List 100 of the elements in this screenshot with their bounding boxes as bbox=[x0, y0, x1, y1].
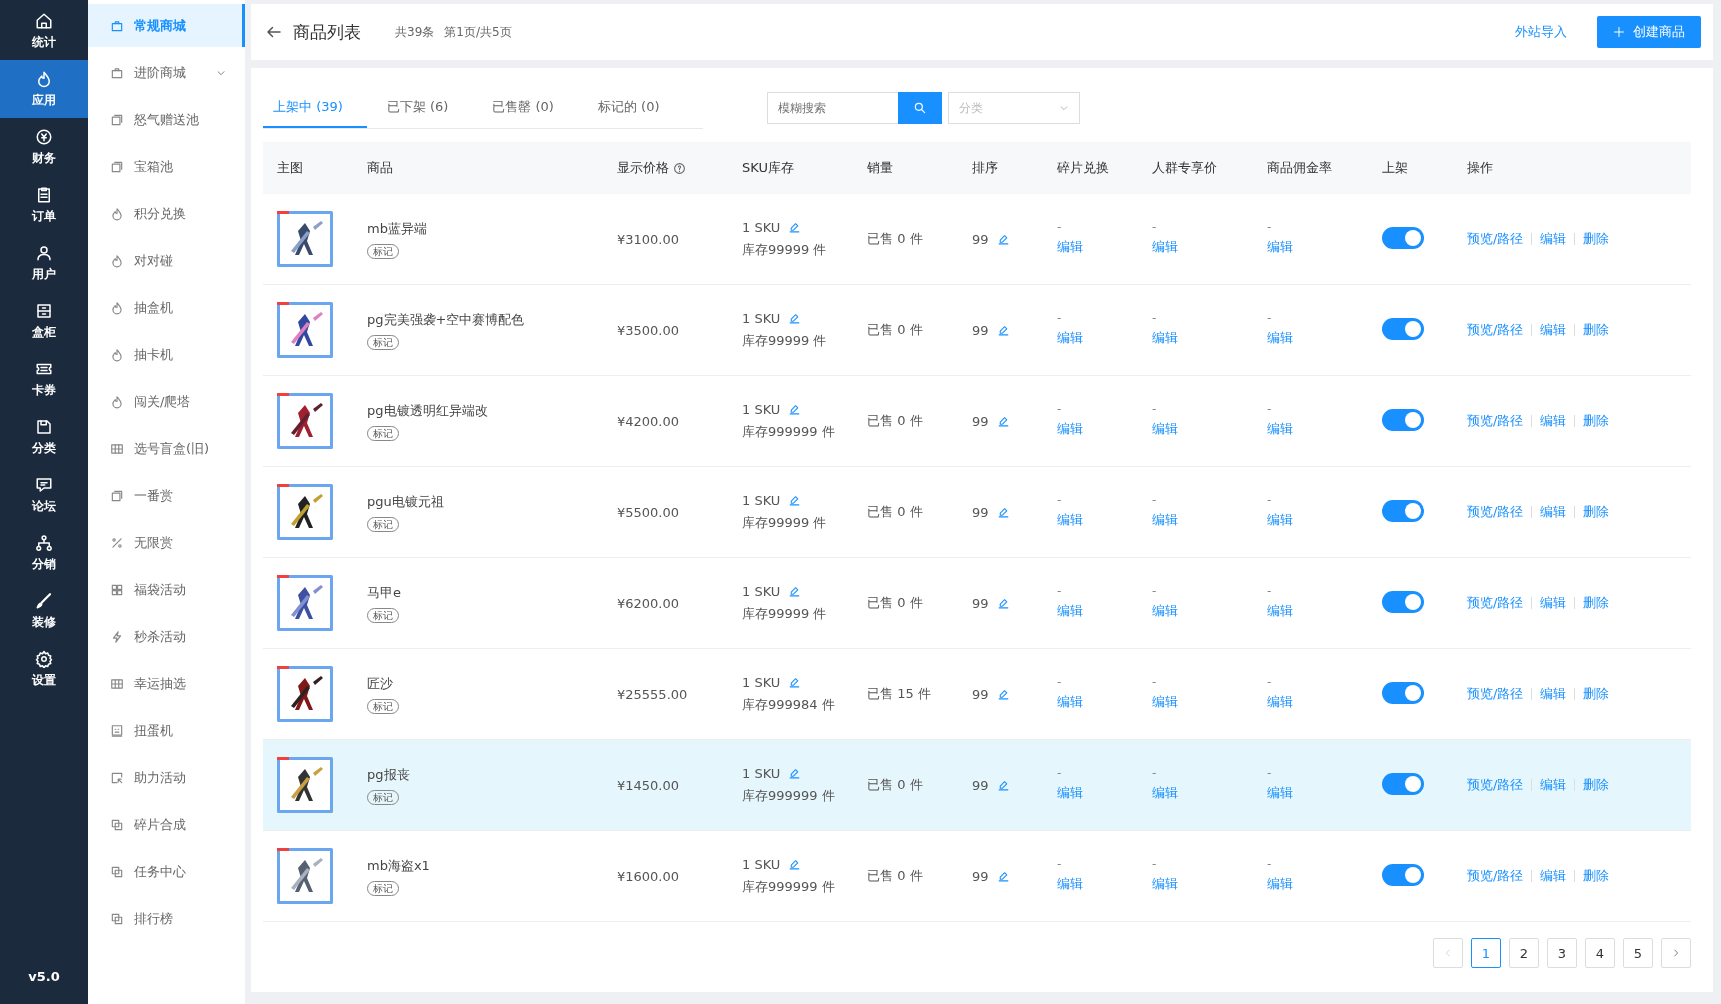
submenu-item[interactable]: 排行榜 bbox=[88, 897, 245, 940]
edit-link[interactable]: 编辑 bbox=[1267, 784, 1293, 802]
edit-link[interactable]: 编辑 bbox=[1057, 602, 1083, 620]
category-dropdown[interactable]: 分类 bbox=[948, 92, 1080, 124]
edit-link[interactable]: 编辑 bbox=[1540, 594, 1567, 612]
delete-link[interactable]: 删除 bbox=[1583, 594, 1610, 612]
submenu-item[interactable]: 怒气赠送池 bbox=[88, 98, 245, 141]
edit-link[interactable]: 编辑 bbox=[1152, 238, 1178, 256]
nav-item[interactable]: 财务 bbox=[0, 118, 88, 176]
edit-link[interactable]: 编辑 bbox=[1540, 412, 1567, 430]
submenu-item[interactable]: 积分兑换 bbox=[88, 192, 245, 235]
tab[interactable]: 已下架 (6) bbox=[376, 87, 473, 128]
submenu-item[interactable]: 对对碰 bbox=[88, 239, 245, 282]
submenu-item[interactable]: 选号盲盒(旧) bbox=[88, 427, 245, 470]
edit-link[interactable]: 编辑 bbox=[1152, 511, 1178, 529]
tab[interactable]: 标记的 (0) bbox=[587, 87, 684, 128]
edit-link[interactable]: 编辑 bbox=[1057, 238, 1083, 256]
tab[interactable]: 已售罄 (0) bbox=[482, 87, 578, 128]
toggle-switch[interactable] bbox=[1382, 499, 1424, 522]
preview-link[interactable]: 预览/路径 bbox=[1467, 594, 1524, 612]
submenu-item[interactable]: 幸运抽选 bbox=[88, 662, 245, 705]
submenu-item[interactable]: 抽盒机 bbox=[88, 286, 245, 329]
edit-link[interactable]: 编辑 bbox=[1057, 420, 1083, 438]
submenu-item[interactable]: 扭蛋机 bbox=[88, 709, 245, 752]
delete-link[interactable]: 删除 bbox=[1583, 776, 1610, 794]
submenu-item[interactable]: 任务中心 bbox=[88, 850, 245, 893]
toggle-switch[interactable] bbox=[1382, 226, 1424, 249]
page-button[interactable]: 2 bbox=[1509, 938, 1539, 968]
search-field[interactable]: 模糊搜索 bbox=[767, 92, 898, 124]
search-button[interactable] bbox=[898, 92, 942, 124]
preview-link[interactable]: 预览/路径 bbox=[1467, 412, 1524, 430]
nav-item[interactable]: 装修 bbox=[0, 582, 88, 640]
delete-link[interactable]: 删除 bbox=[1583, 685, 1610, 703]
nav-item[interactable]: 订单 bbox=[0, 176, 88, 234]
edit-link[interactable]: 编辑 bbox=[1152, 875, 1178, 893]
edit-link[interactable]: 编辑 bbox=[1057, 693, 1083, 711]
edit-link[interactable]: 编辑 bbox=[1152, 693, 1178, 711]
edit-link[interactable]: 编辑 bbox=[1057, 784, 1083, 802]
edit-link[interactable]: 编辑 bbox=[1057, 511, 1083, 529]
nav-item[interactable]: 卡券 bbox=[0, 350, 88, 408]
preview-link[interactable]: 预览/路径 bbox=[1467, 230, 1524, 248]
edit-link[interactable]: 编辑 bbox=[1057, 875, 1083, 893]
preview-link[interactable]: 预览/路径 bbox=[1467, 321, 1524, 339]
delete-link[interactable]: 删除 bbox=[1583, 412, 1610, 430]
submenu-item[interactable]: 助力活动 bbox=[88, 756, 245, 799]
submenu-item[interactable]: 碎片合成 bbox=[88, 803, 245, 846]
edit-link[interactable]: 编辑 bbox=[1152, 420, 1178, 438]
preview-link[interactable]: 预览/路径 bbox=[1467, 503, 1524, 521]
delete-link[interactable]: 删除 bbox=[1583, 321, 1610, 339]
delete-link[interactable]: 删除 bbox=[1583, 867, 1610, 885]
edit-link[interactable]: 编辑 bbox=[1267, 511, 1293, 529]
submenu-item[interactable]: 闯关/爬塔 bbox=[88, 380, 245, 423]
edit-link[interactable]: 编辑 bbox=[1267, 875, 1293, 893]
nav-item[interactable]: 统计 bbox=[0, 2, 88, 60]
page-button[interactable]: 1 bbox=[1471, 938, 1501, 968]
submenu-item[interactable]: 进阶商城 bbox=[88, 51, 245, 94]
import-link[interactable]: 外站导入 bbox=[1515, 23, 1567, 41]
edit-link[interactable]: 编辑 bbox=[1540, 503, 1567, 521]
edit-link[interactable]: 编辑 bbox=[1540, 230, 1567, 248]
nav-item[interactable]: 分销 bbox=[0, 524, 88, 582]
edit-link[interactable]: 编辑 bbox=[1267, 602, 1293, 620]
edit-link[interactable]: 编辑 bbox=[1267, 693, 1293, 711]
tab[interactable]: 上架中 (39) bbox=[263, 87, 367, 128]
page-button[interactable]: 3 bbox=[1547, 938, 1577, 968]
toggle-switch[interactable] bbox=[1382, 681, 1424, 704]
submenu-item[interactable]: 常规商城 bbox=[88, 4, 245, 47]
submenu-item[interactable]: 无限赏 bbox=[88, 521, 245, 564]
edit-link[interactable]: 编辑 bbox=[1267, 238, 1293, 256]
nav-item[interactable]: 应用 bbox=[0, 60, 88, 118]
toggle-switch[interactable] bbox=[1382, 590, 1424, 613]
nav-item[interactable]: 盒柜 bbox=[0, 292, 88, 350]
page-button[interactable]: 5 bbox=[1623, 938, 1653, 968]
preview-link[interactable]: 预览/路径 bbox=[1467, 685, 1524, 703]
submenu-item[interactable]: 福袋活动 bbox=[88, 568, 245, 611]
submenu-item[interactable]: 宝箱池 bbox=[88, 145, 245, 188]
submenu-item[interactable]: 一番赏 bbox=[88, 474, 245, 517]
toggle-switch[interactable] bbox=[1382, 863, 1424, 886]
edit-link[interactable]: 编辑 bbox=[1152, 784, 1178, 802]
edit-link[interactable]: 编辑 bbox=[1152, 329, 1178, 347]
nav-item[interactable]: 分类 bbox=[0, 408, 88, 466]
page-button[interactable]: 4 bbox=[1585, 938, 1615, 968]
submenu-item[interactable]: 秒杀活动 bbox=[88, 615, 245, 658]
create-button[interactable]: 创建商品 bbox=[1597, 16, 1701, 48]
edit-link[interactable]: 编辑 bbox=[1267, 420, 1293, 438]
toggle-switch[interactable] bbox=[1382, 408, 1424, 431]
edit-link[interactable]: 编辑 bbox=[1152, 602, 1178, 620]
preview-link[interactable]: 预览/路径 bbox=[1467, 776, 1524, 794]
edit-link[interactable]: 编辑 bbox=[1540, 867, 1567, 885]
nav-item[interactable]: 设置 bbox=[0, 640, 88, 698]
preview-link[interactable]: 预览/路径 bbox=[1467, 867, 1524, 885]
edit-link[interactable]: 编辑 bbox=[1540, 776, 1567, 794]
toggle-switch[interactable] bbox=[1382, 317, 1424, 340]
delete-link[interactable]: 删除 bbox=[1583, 230, 1610, 248]
edit-link[interactable]: 编辑 bbox=[1057, 329, 1083, 347]
edit-link[interactable]: 编辑 bbox=[1267, 329, 1293, 347]
nav-item[interactable]: 用户 bbox=[0, 234, 88, 292]
delete-link[interactable]: 删除 bbox=[1583, 503, 1610, 521]
edit-link[interactable]: 编辑 bbox=[1540, 321, 1567, 339]
edit-link[interactable]: 编辑 bbox=[1540, 685, 1567, 703]
nav-item[interactable]: 论坛 bbox=[0, 466, 88, 524]
